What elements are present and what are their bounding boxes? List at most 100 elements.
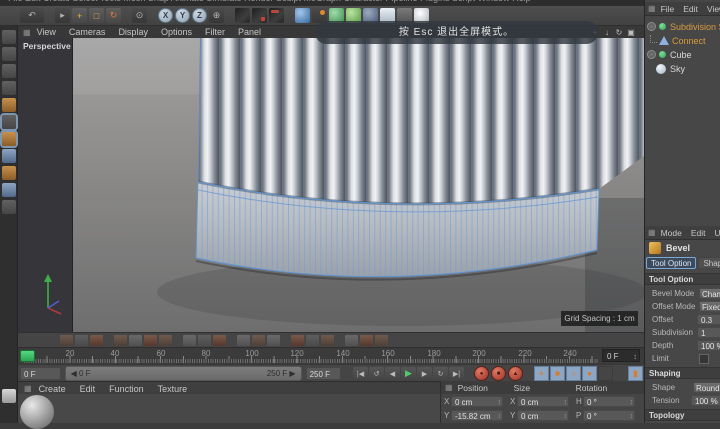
autokeying-icon[interactable]: ▮	[628, 366, 643, 381]
object-row-connect[interactable]: Connect	[647, 34, 720, 47]
lock-y-axis-icon[interactable]: Y	[175, 8, 190, 23]
previous-key-icon[interactable]: ↺	[369, 366, 384, 381]
section-topology[interactable]: Topology	[645, 409, 720, 421]
autokey-mask-icon[interactable]: ▲	[508, 366, 523, 381]
render-picture-viewer-icon[interactable]	[252, 8, 267, 23]
section-tool-option[interactable]: Tool Option	[645, 273, 720, 285]
timeline-toolbar-icon[interactable]	[198, 334, 211, 346]
timeline-toolbar-icon[interactable]	[252, 334, 265, 346]
size-y-field[interactable]: 0 cm ↕	[517, 410, 569, 421]
expander-icon[interactable]	[647, 22, 656, 31]
panel-grid-icon[interactable]: ▦	[23, 28, 31, 37]
timeline-toolbar-icon[interactable]	[345, 334, 358, 346]
limit-checkbox[interactable]	[699, 354, 709, 364]
am-menu-edit[interactable]: Edit	[691, 228, 706, 238]
zoom-view-icon[interactable]: ↓	[602, 27, 612, 37]
viewport-menu-filter[interactable]: Filter	[205, 27, 225, 37]
timeline-toolbar-icon[interactable]	[159, 334, 172, 346]
live-selection-icon[interactable]: ▸	[55, 8, 70, 23]
enabled-dot-icon[interactable]	[659, 23, 666, 30]
material-menu-edit[interactable]: Edit	[80, 384, 96, 394]
cylinder-object[interactable]	[72, 38, 644, 332]
viewport-menu-display[interactable]: Display	[118, 27, 148, 37]
object-row-sky[interactable]: Sky	[647, 62, 720, 75]
timeline-toolbar-icon[interactable]	[144, 334, 157, 346]
object-row-subdivision-surface[interactable]: Subdivision Surface	[647, 20, 720, 33]
material-menu-create[interactable]: Create	[39, 384, 66, 394]
toggle-view-icon[interactable]: ▣	[626, 27, 636, 37]
rotation-p-field[interactable]: 0 ° ↕	[583, 410, 635, 421]
timeline-ruler[interactable]: 20 40 60 80 100 120 140 160 180 200 220 240 0 F ↕	[18, 347, 644, 365]
enabled-dot-icon[interactable]	[659, 51, 666, 58]
workplane-mode-icon[interactable]	[1, 81, 16, 95]
timeline-toolbar-icon[interactable]	[129, 334, 142, 346]
viewport-menu-panel[interactable]: Panel	[238, 27, 261, 37]
record-position-icon[interactable]: +	[534, 366, 549, 381]
timeline-toolbar-icon[interactable]	[291, 334, 304, 346]
points-mode-icon[interactable]	[1, 98, 16, 112]
make-editable-icon[interactable]	[1, 30, 16, 44]
timeline-toolbar-icon[interactable]	[90, 334, 103, 346]
lock-workplane-icon[interactable]	[1, 183, 16, 197]
size-x-field[interactable]: 0 cm ↕	[517, 396, 569, 407]
material-thumbnail[interactable]	[20, 395, 54, 429]
bevel-mode-dropdown[interactable]: Chamfer	[699, 288, 720, 299]
render-settings-icon[interactable]	[269, 8, 284, 23]
record-keyframe-icon[interactable]: ●	[474, 366, 489, 381]
expander-icon[interactable]	[647, 50, 656, 59]
panel-grid-icon[interactable]: ▦	[24, 384, 32, 393]
viewport-menu-cameras[interactable]: Cameras	[69, 27, 106, 37]
object-row-cube[interactable]: Cube	[647, 48, 720, 61]
edges-mode-icon[interactable]	[1, 115, 16, 129]
goto-end-icon[interactable]: ▶|	[449, 366, 464, 381]
offset-field[interactable]: 0.3	[697, 314, 720, 325]
next-frame-icon[interactable]: ▶	[417, 366, 432, 381]
timeline-toolbar-icon[interactable]	[75, 334, 88, 346]
rotate-view-icon[interactable]: ↻	[614, 27, 624, 37]
content-browser-icon[interactable]	[1, 389, 16, 403]
timeline-toolbar-icon[interactable]	[237, 334, 250, 346]
timeline-toolbar-icon[interactable]	[183, 334, 196, 346]
lock-x-axis-icon[interactable]: X	[158, 8, 173, 23]
tension-field[interactable]: 100 %	[691, 395, 720, 406]
snap-icon[interactable]	[1, 166, 16, 180]
panel-grid-icon[interactable]: ▦	[648, 4, 656, 13]
viewport-menu-view[interactable]: View	[37, 27, 56, 37]
range-end-field[interactable]: 250 F	[305, 367, 341, 380]
current-frame-field[interactable]: 0 F ↕	[602, 349, 640, 362]
offset-mode-dropdown[interactable]: Fixed Distance	[699, 301, 720, 323]
shape-dropdown[interactable]: Round	[693, 382, 720, 393]
viewport-solo-icon[interactable]	[1, 200, 16, 214]
render-view-icon[interactable]	[235, 8, 250, 23]
spinner-icon[interactable]: ↕	[633, 350, 637, 363]
record-pla-icon[interactable]	[598, 366, 613, 381]
position-x-field[interactable]: 0 cm ↕	[451, 396, 503, 407]
polygons-mode-icon[interactable]	[1, 132, 16, 146]
record-objects-icon[interactable]: ■	[491, 366, 506, 381]
timeline-playhead[interactable]	[20, 350, 35, 362]
record-scale-icon[interactable]: ■	[550, 366, 565, 381]
am-menu-mode[interactable]: Mode	[661, 228, 682, 238]
am-menu-userdata[interactable]: User Data	[714, 228, 720, 238]
last-used-tool-icon[interactable]: ⊙	[132, 8, 147, 23]
undo-icon[interactable]: ↶	[20, 8, 44, 23]
record-rotation-icon[interactable]: ○	[566, 366, 581, 381]
range-start-field[interactable]: 0 F	[20, 367, 61, 380]
om-menu-edit[interactable]: Edit	[683, 4, 698, 14]
scale-tool-icon[interactable]: □	[89, 8, 104, 23]
material-menu-function[interactable]: Function	[109, 384, 144, 394]
panel-grid-icon[interactable]: ▦	[648, 228, 656, 237]
play-icon[interactable]: ▶	[401, 366, 416, 381]
timeline-toolbar-icon[interactable]	[267, 334, 280, 346]
position-y-field[interactable]: -15.82 cm ↕	[451, 410, 503, 421]
tab-shaping[interactable]: Shaping	[698, 257, 720, 269]
axis-mode-icon[interactable]	[1, 149, 16, 163]
material-menu-texture[interactable]: Texture	[158, 384, 188, 394]
next-key-icon[interactable]: ↻	[433, 366, 448, 381]
ruler-tick-area[interactable]: 20 40 60 80 100 120 140 160 180 200 220 240	[18, 348, 598, 365]
section-shaping[interactable]: Shaping	[645, 367, 720, 379]
model-mode-icon[interactable]	[1, 47, 16, 61]
add-primitive-icon[interactable]	[295, 8, 310, 23]
goto-start-icon[interactable]: |◀	[353, 366, 368, 381]
panel-grid-icon[interactable]: ▦	[445, 383, 453, 392]
